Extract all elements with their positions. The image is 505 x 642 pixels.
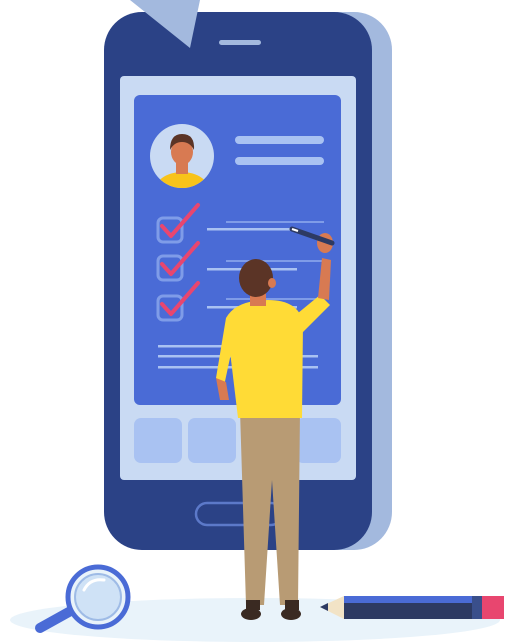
tile	[188, 418, 236, 463]
item-line	[207, 228, 295, 231]
ankle-right	[285, 600, 299, 610]
item-line-short	[226, 221, 324, 223]
head	[239, 259, 273, 297]
magnifying-glass-icon	[35, 564, 131, 633]
item-line-short	[226, 298, 324, 300]
subtitle-line	[235, 157, 324, 165]
phone-speaker	[219, 40, 261, 45]
pants	[240, 410, 300, 605]
pencil-icon	[320, 596, 504, 619]
tile	[296, 418, 341, 463]
text-line	[158, 345, 226, 348]
illustration-canvas	[0, 0, 505, 642]
name-line	[235, 136, 324, 144]
tile	[134, 418, 182, 463]
illustration	[10, 0, 504, 642]
ear	[268, 278, 276, 288]
ankle-left	[246, 600, 260, 610]
shirt	[226, 300, 303, 418]
item-line-short	[226, 260, 324, 262]
